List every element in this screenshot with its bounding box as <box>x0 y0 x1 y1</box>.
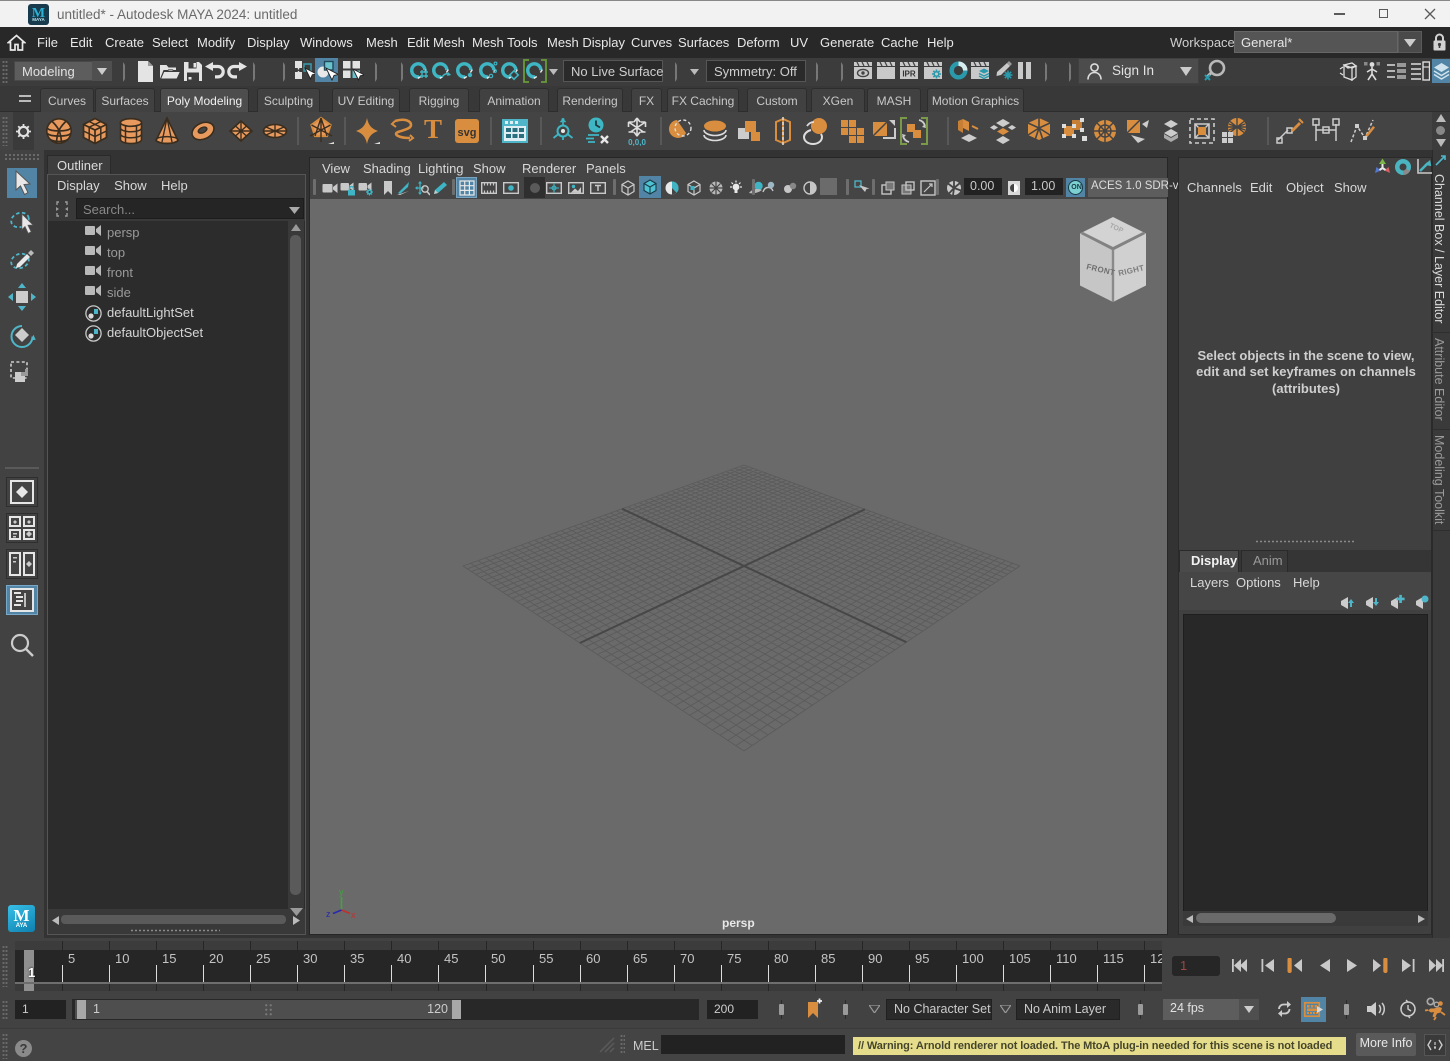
svg-text:x: x <box>351 910 356 920</box>
svg-text:IPR: IPR <box>902 70 916 79</box>
svg-text:y: y <box>339 887 344 897</box>
svg-text:z: z <box>326 909 331 919</box>
svg-text:svg: svg <box>458 127 477 139</box>
svg-text:0,0,0: 0,0,0 <box>628 138 646 146</box>
